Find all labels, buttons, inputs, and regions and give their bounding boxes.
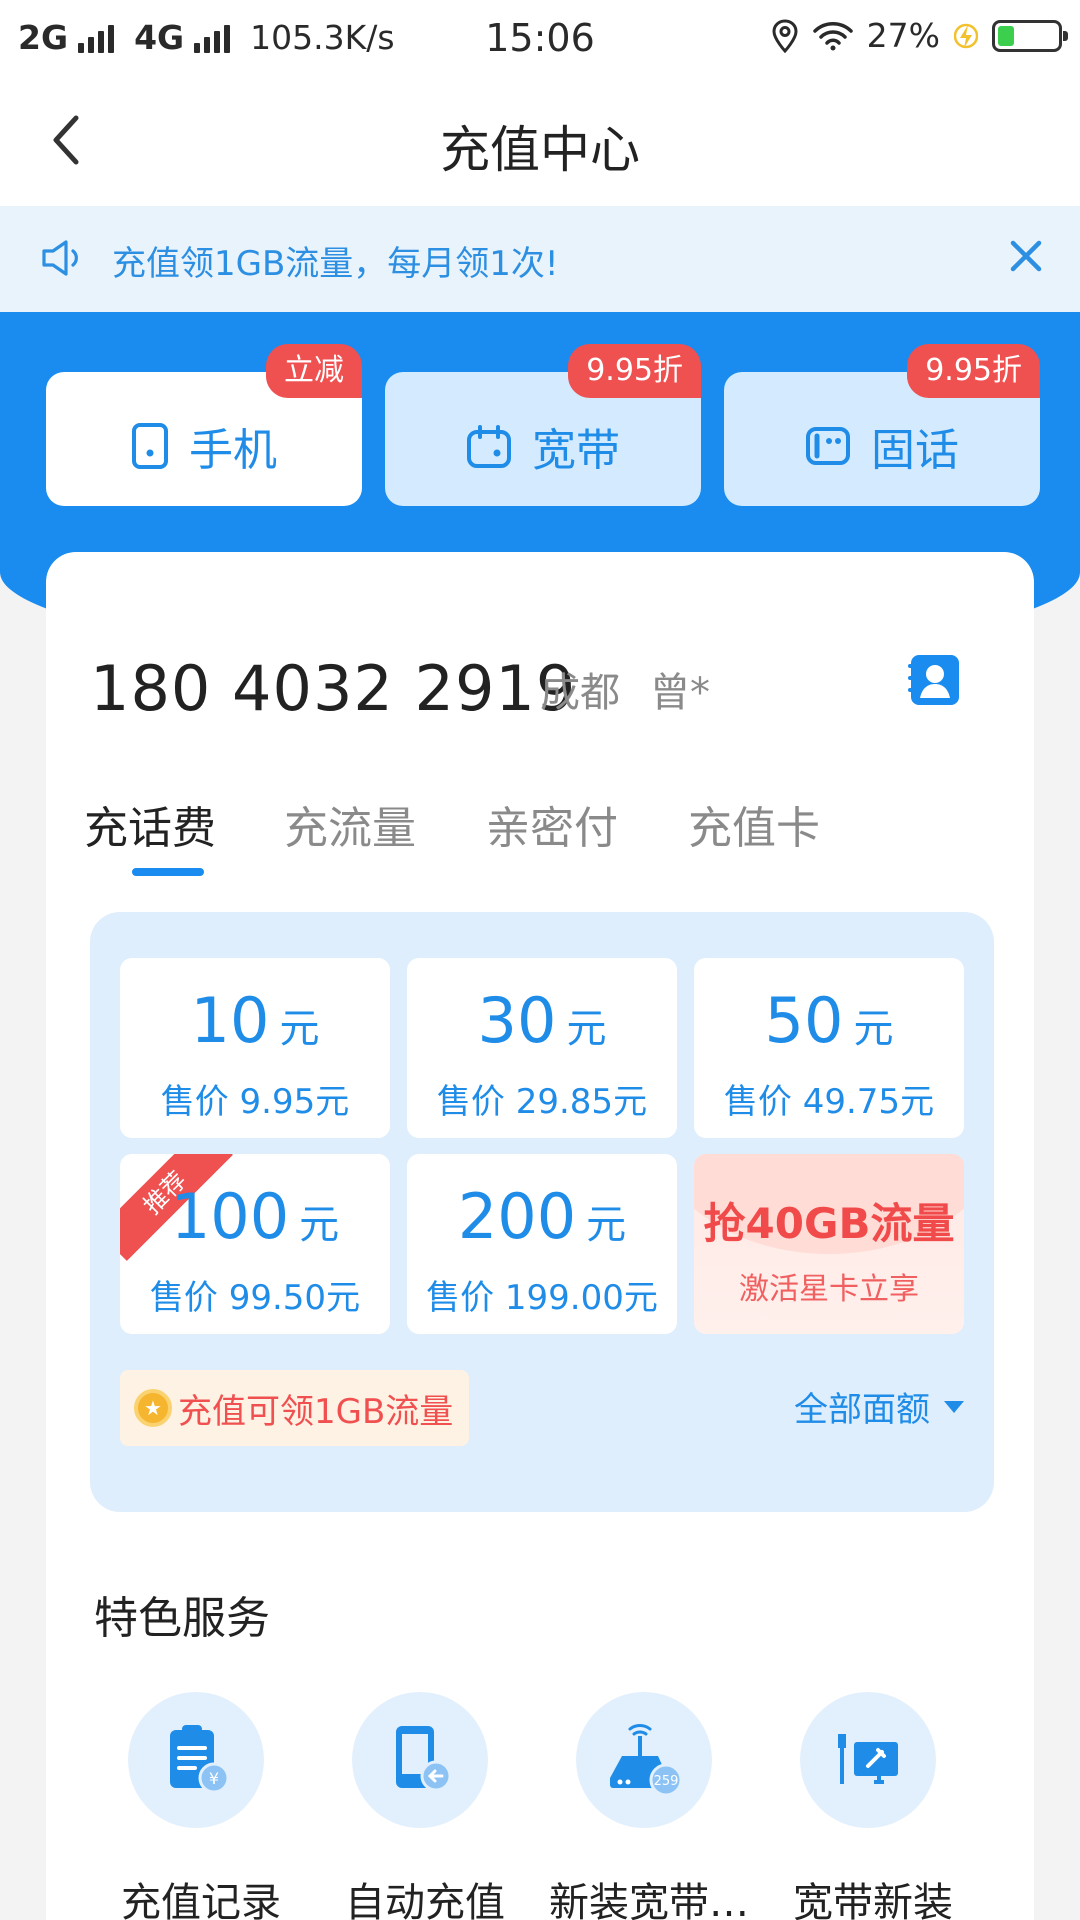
svg-text:¥: ¥: [209, 1769, 219, 1788]
status-right: 27%: [771, 16, 1068, 55]
amount-number: 10: [190, 984, 270, 1057]
amount-value: 30 元: [407, 984, 677, 1057]
broadband-install-icon: [838, 1734, 898, 1784]
wifi-icon: [812, 21, 853, 50]
auto-recharge-icon: [396, 1726, 452, 1792]
category-tab-landline[interactable]: 9.95折 固话: [724, 344, 1040, 506]
amount-panel: 10 元 售价 9.95元 30 元 售价 29.85元 50 元 售价 49.75元…: [90, 912, 994, 1512]
promo-card[interactable]: 抢40GB流量 激活星卡立享: [694, 1154, 964, 1334]
speaker-icon: [42, 240, 78, 276]
battery-icon: [992, 19, 1068, 52]
tab-family-pay[interactable]: 亲密付: [486, 792, 618, 856]
close-icon[interactable]: [1008, 238, 1044, 274]
nav-bar: 充值中心: [0, 78, 1080, 206]
service-icon-circle: [352, 1692, 488, 1828]
promo-subtitle: 激活星卡立享: [739, 1272, 919, 1307]
category-label: 固话: [871, 425, 959, 476]
tip-text: 充值可领1GB流量: [178, 1391, 454, 1432]
coin-icon: ★: [134, 1389, 172, 1427]
service-icon-circle: ¥: [128, 1692, 264, 1828]
amount-number: 30: [477, 984, 557, 1057]
icon-badge: 259: [654, 1774, 679, 1789]
amount-unit: 元: [279, 1006, 320, 1052]
amount-number: 50: [764, 984, 844, 1057]
amount-option[interactable]: 50 元 售价 49.75元: [694, 958, 964, 1138]
amount-option[interactable]: 30 元 售价 29.85元: [407, 958, 677, 1138]
discount-badge: 9.95折: [907, 344, 1040, 398]
notice-text: 充值领1GB流量，每月领1次!: [112, 244, 559, 284]
page-title: 充值中心: [440, 121, 640, 179]
category-label: 手机: [189, 425, 277, 476]
service-label: 新装宽带…: [549, 1880, 749, 1920]
amount-price: 售价 29.85元: [436, 1082, 648, 1122]
service-icon-circle: [800, 1692, 936, 1828]
service-label: 宽带新装: [793, 1880, 953, 1920]
landline-icon: [806, 427, 850, 465]
account-meta: 成都 曾*: [540, 660, 710, 718]
amount-value: 50 元: [694, 984, 964, 1057]
recharge-record-icon: ¥: [170, 1725, 230, 1794]
amount-unit: 元: [566, 1006, 607, 1052]
discount-badge: 9.95折: [568, 344, 701, 398]
service-auto-recharge[interactable]: 自动充值: [330, 1692, 520, 1920]
amount-unit: 元: [853, 1006, 894, 1052]
service-recharge-record[interactable]: ¥ 充值记录: [106, 1692, 296, 1920]
amount-option[interactable]: 10 元 售价 9.95元: [120, 958, 390, 1138]
amount-option[interactable]: 推荐 100 元 售价 99.50元: [120, 1154, 390, 1334]
service-new-broadband[interactable]: 259 新装宽带…: [549, 1692, 749, 1920]
discount-badge: 立减: [266, 344, 362, 398]
amount-value: 100 元: [120, 1180, 390, 1253]
service-broadband-install[interactable]: 宽带新装: [778, 1692, 968, 1920]
service-label: 自动充值: [345, 1880, 505, 1920]
battery-percent: 27%: [866, 16, 940, 55]
amount-value: 200 元: [407, 1180, 677, 1253]
phone-icon: [132, 423, 168, 469]
service-label: 充值记录: [121, 1880, 281, 1920]
amount-value: 10 元: [120, 984, 390, 1057]
status-bar: 2G 4G 105.3K/s 15:06 27%: [0, 0, 1080, 78]
promo-title: 抢40GB流量: [703, 1199, 955, 1248]
tab-indicator: [132, 868, 204, 876]
notice-banner[interactable]: 充值领1GB流量，每月领1次!: [0, 206, 1080, 312]
category-tab-broadband[interactable]: 9.95折 宽带: [385, 344, 701, 506]
category-tab-mobile[interactable]: 立减 手机: [46, 344, 362, 506]
amount-price: 售价 49.75元: [723, 1082, 935, 1122]
services-title: 特色服务: [94, 1593, 270, 1644]
recharge-card: 180 4032 2919 成都 曾* 充话费 充流量 亲密付 充值卡 10 元 …: [46, 552, 1034, 1920]
service-icon-circle: 259: [576, 1692, 712, 1828]
amount-price: 售价 9.95元: [160, 1082, 350, 1122]
amount-number: 100: [170, 1180, 290, 1253]
page: 2G 4G 105.3K/s 15:06 27% 充值中心 充值领1GB流量，每…: [0, 0, 1080, 1920]
charging-icon: [954, 23, 978, 48]
phone-number[interactable]: 180 4032 2919: [90, 652, 576, 725]
tab-data[interactable]: 充流量: [284, 792, 416, 856]
caret-down-icon: [944, 1400, 964, 1413]
location-icon: [772, 18, 798, 53]
tab-phone-bill[interactable]: 充话费: [84, 792, 216, 856]
recharge-tabs: 充话费 充流量 亲密付 充值卡: [46, 792, 1034, 876]
broadband-icon: [467, 425, 511, 468]
account-name: 曾*: [650, 670, 710, 716]
category-label: 宽带: [532, 425, 620, 476]
all-amounts-label: 全部面额: [794, 1390, 930, 1430]
amount-price: 售价 99.50元: [149, 1278, 361, 1318]
reward-tip: ★ 充值可领1GB流量: [120, 1370, 470, 1446]
new-broadband-icon: 259: [610, 1724, 683, 1797]
all-amounts-dropdown[interactable]: 全部面额: [794, 1382, 964, 1431]
amount-unit: 元: [586, 1202, 627, 1248]
account-city: 成都: [540, 670, 620, 716]
tab-recharge-card[interactable]: 充值卡: [688, 792, 820, 856]
amount-option[interactable]: 200 元 售价 199.00元: [407, 1154, 677, 1334]
amount-price: 售价 199.00元: [426, 1278, 658, 1318]
contacts-icon[interactable]: [908, 652, 962, 708]
amount-unit: 元: [299, 1202, 340, 1248]
amount-number: 200: [457, 1180, 577, 1253]
